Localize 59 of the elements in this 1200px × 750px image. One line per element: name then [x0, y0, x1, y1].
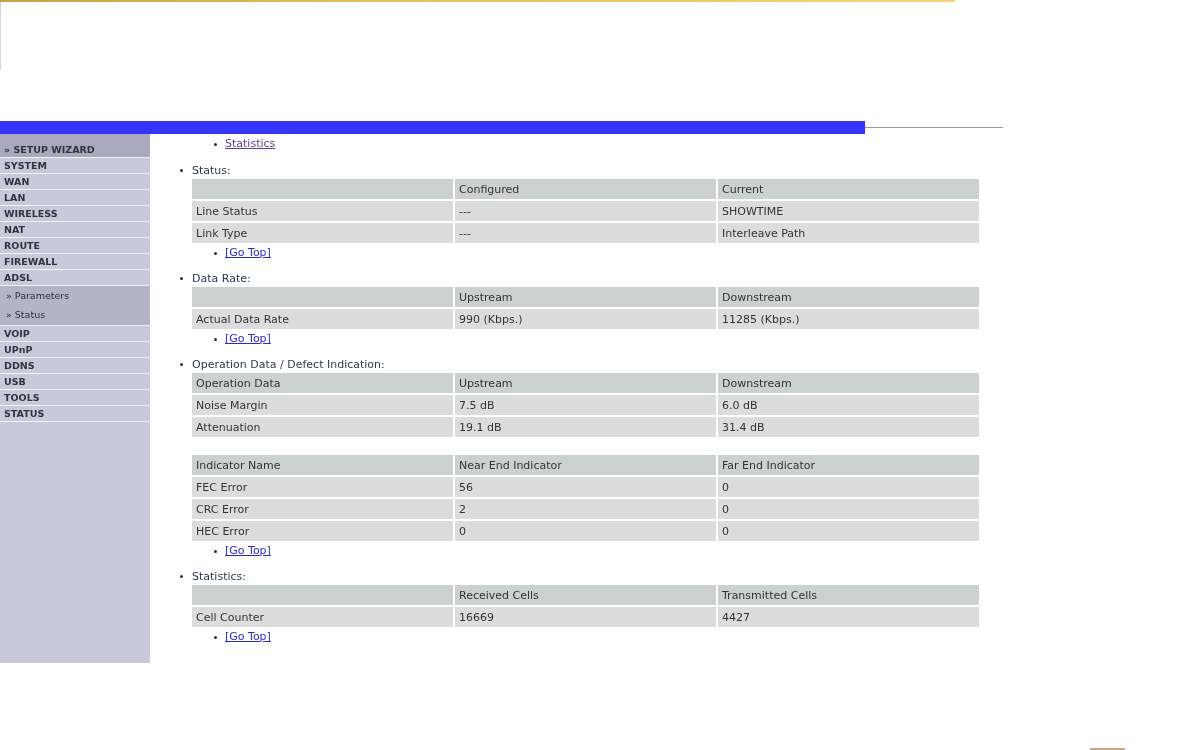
- table-cell: 31.4 dB: [718, 417, 979, 437]
- row-label: CRC Error: [192, 499, 453, 519]
- table-cell: Interleave Path: [718, 223, 979, 243]
- row-label: Link Type: [192, 223, 453, 243]
- section-title: Data Rate:: [191, 272, 252, 285]
- bullet-icon: [180, 575, 183, 578]
- go-top-link[interactable]: [Go Top]: [225, 332, 271, 346]
- row-label: HEC Error: [192, 521, 453, 541]
- bullet-icon: [214, 251, 217, 255]
- column-header: Downstream: [718, 287, 979, 307]
- table-cell: 0: [718, 521, 979, 541]
- column-header: Transmitted Cells: [718, 585, 979, 605]
- row-label: Line Status: [192, 201, 453, 221]
- table-cell: ---: [455, 223, 716, 243]
- table-cell: 11285 (Kbps.): [718, 309, 979, 329]
- sidebar-subitem[interactable]: » Status: [0, 305, 150, 325]
- row-label: Actual Data Rate: [192, 309, 453, 329]
- bullet-icon: [180, 169, 183, 172]
- column-header: Received Cells: [455, 585, 716, 605]
- bullet-icon: [180, 277, 183, 280]
- bullet-icon: [180, 363, 183, 366]
- table-cell: 0: [455, 521, 716, 541]
- section-title: Statistics:: [191, 570, 247, 583]
- table-cell: 2: [455, 499, 716, 519]
- row-label: Attenuation: [192, 417, 453, 437]
- table-cell: ---: [455, 201, 716, 221]
- table-cell: 990 (Kbps.): [455, 309, 716, 329]
- column-header: Near End Indicator: [455, 455, 716, 475]
- table-cell: 7.5 dB: [455, 395, 716, 415]
- section-title: Status:: [191, 164, 232, 177]
- go-top-link[interactable]: [Go Top]: [225, 544, 271, 558]
- column-header: Current: [718, 179, 979, 199]
- bullet-icon: [214, 635, 217, 639]
- column-header: Indicator Name: [192, 455, 453, 475]
- bullet-icon: [214, 142, 217, 146]
- go-top-link[interactable]: [Go Top]: [225, 246, 271, 260]
- column-header: Upstream: [455, 287, 716, 307]
- row-label: FEC Error: [192, 477, 453, 497]
- column-header: Upstream: [455, 373, 716, 393]
- row-label: Noise Margin: [192, 395, 453, 415]
- table-cell: 6.0 dB: [718, 395, 979, 415]
- table-cell: 0: [718, 477, 979, 497]
- column-header: Operation Data: [192, 373, 453, 393]
- table-cell: SHOWTIME: [718, 201, 979, 221]
- bullet-icon: [214, 549, 217, 553]
- section-title: Operation Data / Defect Indication:: [191, 358, 386, 371]
- row-label: Cell Counter: [192, 607, 453, 627]
- table-cell: 56: [455, 477, 716, 497]
- table-cell: 0: [718, 499, 979, 519]
- column-header: Downstream: [718, 373, 979, 393]
- table-cell: 4427: [718, 607, 979, 627]
- column-header: Far End Indicator: [718, 455, 979, 475]
- column-header: Configured: [455, 179, 716, 199]
- anchor-link[interactable]: Statistics: [225, 137, 276, 151]
- table-cell: 16669: [455, 607, 716, 627]
- table-cell: 19.1 dB: [455, 417, 716, 437]
- go-top-link[interactable]: [Go Top]: [225, 630, 271, 644]
- sidebar-subitem[interactable]: » Parameters: [0, 286, 150, 305]
- bullet-icon: [214, 337, 217, 341]
